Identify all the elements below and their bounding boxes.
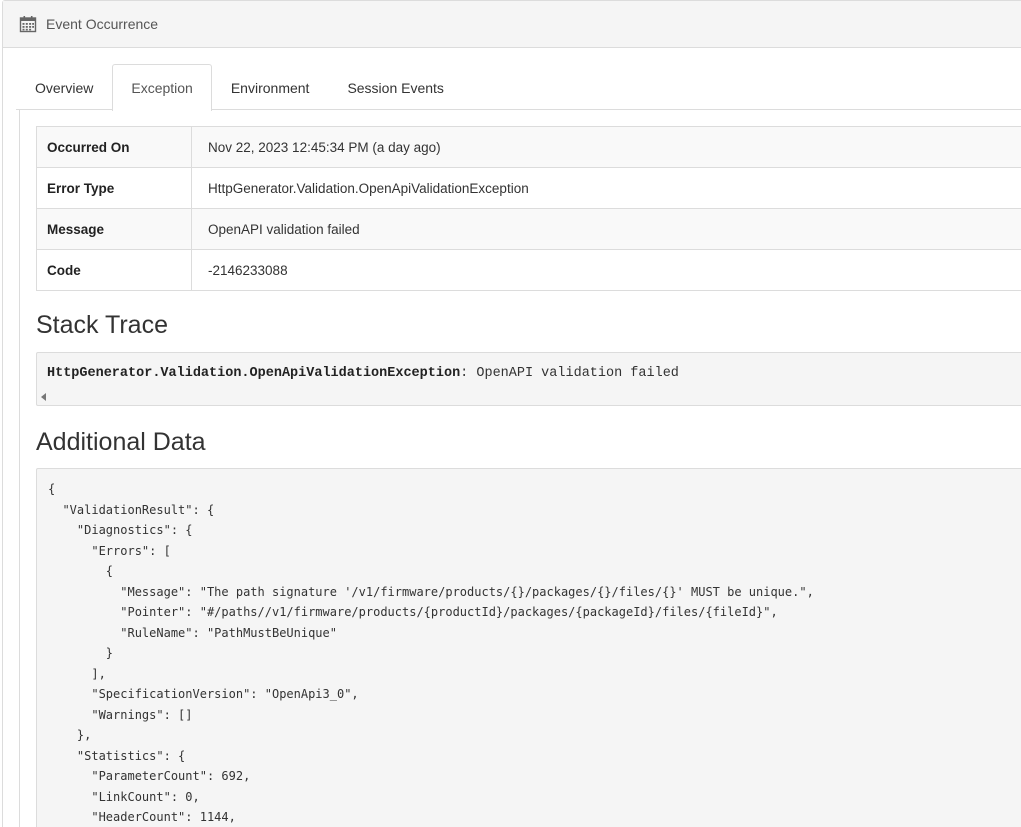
tab-bar: Overview Exception Environment Session E… xyxy=(16,64,1021,111)
detail-value: Nov 22, 2023 12:45:34 PM (a day ago) xyxy=(191,126,1021,168)
detail-value: -2146233088 xyxy=(191,249,1021,291)
json-line: "Diagnostics": { xyxy=(76,523,193,537)
json-line: "Warnings": [] xyxy=(91,707,193,722)
exception-details-table: Occurred On Nov 22, 2023 12:45:34 PM (a … xyxy=(36,126,1021,291)
tab-overview[interactable]: Overview xyxy=(16,64,112,110)
json-line: "HeaderCount": 1144, xyxy=(91,810,236,824)
exception-message: : OpenAPI validation failed xyxy=(460,366,679,381)
json-line: "ValidationResult": { xyxy=(62,502,215,517)
panel-header: Event Occurrence xyxy=(3,1,1021,48)
tab-session-events[interactable]: Session Events xyxy=(328,64,463,110)
json-line: ], xyxy=(91,666,106,681)
detail-key: Code xyxy=(36,249,192,291)
table-row: Code -2146233088 xyxy=(36,249,1021,291)
json-line: "Errors": [ xyxy=(91,543,171,558)
table-row: Error Type HttpGenerator.Validation.Open… xyxy=(36,167,1021,209)
detail-value: OpenAPI validation failed xyxy=(191,208,1021,250)
json-line: "Message": "The path signature '/v1/firm… xyxy=(120,584,814,599)
tab-exception[interactable]: Exception xyxy=(112,64,212,111)
exception-type: HttpGenerator.Validation.OpenApiValidati… xyxy=(47,366,461,381)
stack-trace-block[interactable]: HttpGenerator.Validation.OpenApiValidati… xyxy=(36,352,1021,406)
calendar-icon xyxy=(19,15,37,33)
json-line: { xyxy=(48,482,56,496)
stack-trace-heading: Stack Trace xyxy=(36,311,168,339)
detail-key: Error Type xyxy=(36,167,192,209)
json-line: "LinkCount": 0, xyxy=(91,789,200,804)
detail-value: HttpGenerator.Validation.OpenApiValidati… xyxy=(191,167,1021,209)
json-line: "Statistics": { xyxy=(76,748,186,763)
additional-data-heading: Additional Data xyxy=(36,428,206,456)
json-line: "RuleName": "PathMustBeUnique" xyxy=(120,625,337,640)
json-line: "Pointer": "#/paths//v1/firmware/product… xyxy=(120,605,778,619)
scroll-left-arrow-icon[interactable] xyxy=(41,393,46,401)
json-line: { xyxy=(105,564,114,578)
table-row: Occurred On Nov 22, 2023 12:45:34 PM (a … xyxy=(36,126,1021,168)
panel-title: Event Occurrence xyxy=(46,16,159,32)
json-line: "ParameterCount": 692, xyxy=(91,769,251,783)
json-line: } xyxy=(105,646,114,660)
table-row: Message OpenAPI validation failed xyxy=(36,208,1021,250)
json-line: "SpecificationVersion": "OpenApi3_0", xyxy=(91,687,359,701)
additional-data-json[interactable]: { "ValidationResult": { "Diagnostics": {… xyxy=(36,468,1021,827)
detail-key: Occurred On xyxy=(36,126,192,168)
detail-key: Message xyxy=(36,208,192,250)
tab-environment[interactable]: Environment xyxy=(212,64,329,110)
json-line: }, xyxy=(76,728,92,742)
